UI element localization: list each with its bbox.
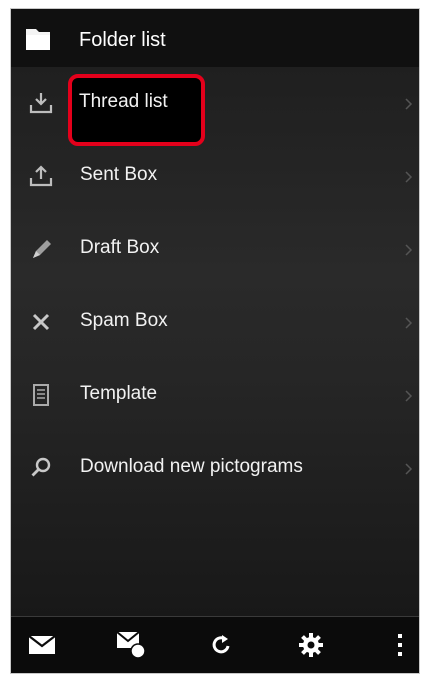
- bottom-toolbar: [11, 616, 419, 673]
- menu-item-label: Draft Box: [80, 237, 160, 258]
- refresh-icon[interactable]: [204, 629, 238, 661]
- menu-item-spam-box[interactable]: Spam Box: [11, 286, 419, 359]
- phone-screen: Folder list Thread list Sent Box Draft B…: [10, 8, 420, 674]
- menu-item-thread-list[interactable]: Thread list: [11, 67, 419, 146]
- menu-item-template[interactable]: Template: [11, 359, 419, 432]
- menu-item-label: Thread list: [79, 91, 168, 112]
- title-bar: Folder list: [11, 9, 419, 67]
- menu-item-label: Download new pictograms: [80, 456, 303, 477]
- menu-item-label: Template: [80, 383, 158, 404]
- overflow-menu-icon[interactable]: [383, 629, 417, 661]
- chevron-right-icon: [405, 389, 413, 402]
- gear-icon[interactable]: [294, 629, 328, 661]
- document-icon: [28, 382, 54, 408]
- chevron-right-icon: [405, 462, 413, 475]
- chevron-right-icon: [405, 97, 413, 110]
- chevron-right-icon: [405, 316, 413, 329]
- pencil-icon: [28, 236, 54, 262]
- compose-mail-icon[interactable]: [25, 629, 59, 661]
- menu-item-sent-box[interactable]: Sent Box: [11, 140, 419, 213]
- menu-item-label: Spam Box: [80, 310, 168, 331]
- folder-icon: [23, 24, 53, 54]
- menu-item-label: Sent Box: [80, 164, 158, 185]
- chevron-right-icon: [405, 170, 413, 183]
- outbox-upload-icon: [28, 163, 54, 189]
- search-icon: [28, 455, 54, 481]
- inbox-download-icon: [28, 90, 54, 116]
- menu-item-draft-box[interactable]: Draft Box: [11, 213, 419, 286]
- menu-item-download-pictograms[interactable]: Download new pictograms: [11, 432, 419, 505]
- chevron-right-icon: [405, 243, 413, 256]
- folder-menu: Thread list Sent Box Draft Box Spam Box …: [11, 67, 419, 505]
- mail-settings-icon[interactable]: [114, 629, 148, 661]
- page-title: Folder list: [79, 29, 166, 51]
- close-x-icon: [28, 309, 54, 335]
